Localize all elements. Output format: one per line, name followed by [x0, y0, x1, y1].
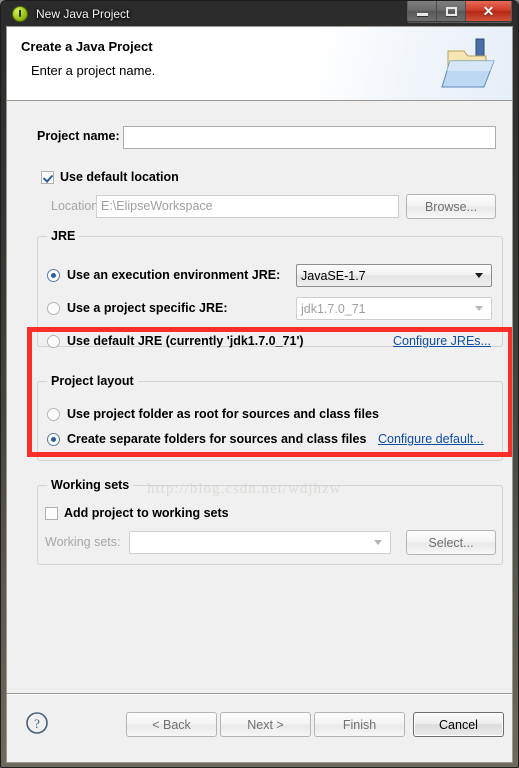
jre-exec-env-radio[interactable] [47, 268, 60, 282]
add-to-working-sets-row[interactable]: Add project to working sets [45, 506, 229, 520]
browse-button[interactable]: Browse... [406, 194, 496, 219]
jre-project-specific-label: Use a project specific JRE: [67, 301, 228, 315]
chevron-down-icon [475, 306, 483, 311]
window-controls: ✕ [407, 1, 512, 23]
configure-default-link[interactable]: Configure default... [378, 432, 484, 446]
wizard-header: Create a Java Project Enter a project na… [7, 27, 512, 101]
location-row: Location: [51, 199, 102, 213]
java-project-folder-icon [441, 38, 495, 88]
jre-option-project-specific[interactable]: Use a project specific JRE: [47, 301, 227, 315]
minimize-button[interactable] [408, 1, 437, 21]
layout-option-project-folder[interactable]: Use project folder as root for sources a… [47, 407, 379, 421]
svg-text:?: ? [34, 716, 40, 731]
configure-jres-link[interactable]: Configure JREs... [393, 334, 491, 348]
project-name-row: Project name: [37, 129, 120, 143]
jre-group-title: JRE [47, 229, 80, 243]
jre-project-specific-combo-value: jdk1.7.0_71 [301, 301, 366, 316]
next-button[interactable]: Next > [220, 712, 311, 737]
layout-project-folder-label: Use project folder as root for sources a… [67, 407, 379, 421]
finish-button[interactable]: Finish [314, 712, 405, 737]
jre-option-default[interactable]: Use default JRE (currently 'jdk1.7.0_71'… [47, 334, 304, 348]
project-name-label: Project name: [37, 129, 120, 143]
close-icon: ✕ [482, 3, 495, 19]
working-sets-label: Working sets: [45, 535, 121, 549]
help-icon[interactable]: ? [25, 711, 49, 735]
title-bar: New Java Project ✕ [6, 1, 513, 26]
chevron-down-icon [374, 540, 382, 545]
page-title: Create a Java Project [21, 39, 153, 54]
working-sets-group-title: Working sets [47, 478, 134, 492]
layout-option-separate-folders[interactable]: Create separate folders for sources and … [47, 432, 366, 446]
location-label: Location: [51, 199, 102, 213]
maximize-icon [445, 6, 457, 16]
use-default-location-row[interactable]: Use default location [41, 170, 179, 184]
jre-exec-env-label: Use an execution environment JRE: [67, 268, 281, 282]
jre-project-specific-radio[interactable] [47, 301, 60, 315]
back-button[interactable]: < Back [126, 712, 217, 737]
layout-project-folder-radio[interactable] [47, 407, 60, 421]
jre-group: JRE [37, 229, 503, 347]
project-layout-group-title: Project layout [47, 374, 138, 388]
jre-exec-env-combo-value: JavaSE-1.7 [301, 268, 366, 283]
close-button[interactable]: ✕ [466, 1, 511, 21]
window-title: New Java Project [36, 7, 130, 21]
jre-default-radio[interactable] [47, 334, 60, 348]
cancel-button[interactable]: Cancel [413, 712, 504, 737]
jre-option-execution-environment[interactable]: Use an execution environment JRE: [47, 268, 280, 282]
layout-separate-folders-radio[interactable] [47, 432, 60, 446]
jre-exec-env-combo[interactable]: JavaSE-1.7 [296, 264, 492, 287]
use-default-location-checkbox[interactable] [41, 170, 54, 184]
working-sets-row: Working sets: [45, 535, 121, 549]
working-sets-combo[interactable] [129, 531, 391, 554]
layout-separate-folders-label: Create separate folders for sources and … [67, 432, 367, 446]
page-subtitle: Enter a project name. [31, 63, 156, 78]
dialog-window: New Java Project ✕ Create a Java Project… [0, 0, 519, 768]
java-project-icon [12, 6, 28, 22]
jre-default-label: Use default JRE (currently 'jdk1.7.0_71'… [67, 334, 304, 348]
location-input[interactable]: E:\ElipseWorkspace [96, 195, 399, 218]
project-layout-group: Project layout [37, 374, 503, 461]
add-to-working-sets-checkbox[interactable] [45, 506, 58, 520]
dialog-client-area: Create a Java Project Enter a project na… [6, 26, 513, 763]
chevron-down-icon [475, 273, 483, 278]
use-default-location-label: Use default location [60, 170, 179, 184]
jre-project-specific-combo[interactable]: jdk1.7.0_71 [296, 297, 492, 320]
form-body: Project name: Use default location Locat… [7, 101, 512, 693]
dialog-footer: ? < Back Next > Finish Cancel [7, 693, 512, 762]
maximize-button[interactable] [437, 1, 466, 21]
minimize-icon [416, 13, 428, 16]
add-to-working-sets-label: Add project to working sets [64, 506, 229, 520]
project-name-input[interactable] [123, 126, 496, 149]
select-working-sets-button[interactable]: Select... [406, 530, 496, 555]
